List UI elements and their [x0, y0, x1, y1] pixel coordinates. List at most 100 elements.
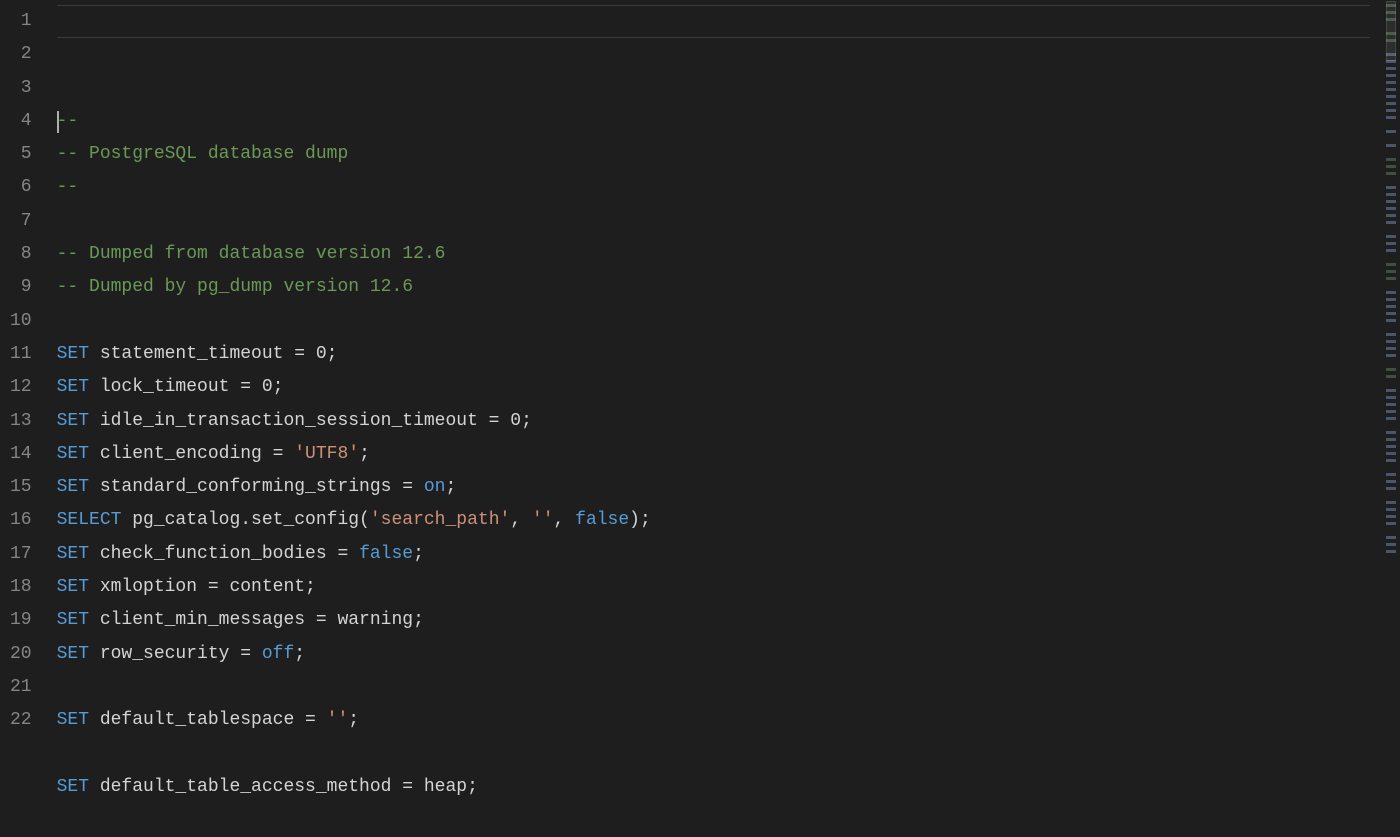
line-number: 1 [10, 5, 32, 38]
minimap-line [1386, 298, 1396, 301]
code-line[interactable] [57, 305, 1386, 338]
minimap-line [1386, 326, 1396, 329]
code-token: , [554, 510, 576, 530]
minimap-line [1386, 557, 1396, 560]
minimap-line [1386, 508, 1396, 511]
minimap-viewport[interactable] [1386, 1, 1396, 61]
code-line[interactable]: -- PostgreSQL database dump [57, 138, 1386, 171]
minimap[interactable] [1386, 0, 1400, 734]
code-token: -- [57, 177, 79, 197]
line-number: 10 [10, 305, 32, 338]
minimap-line [1386, 340, 1396, 343]
code-line[interactable]: SET standard_conforming_strings = on; [57, 471, 1386, 504]
code-line[interactable] [57, 738, 1386, 771]
minimap-line [1386, 473, 1396, 476]
minimap-line [1386, 74, 1396, 77]
code-token: SET [57, 411, 89, 431]
code-line[interactable]: SET default_tablespace = ''; [57, 704, 1386, 737]
code-line[interactable]: SET client_min_messages = warning; [57, 604, 1386, 637]
text-cursor [57, 111, 59, 133]
minimap-line [1386, 165, 1396, 168]
code-line[interactable]: -- [57, 171, 1386, 204]
minimap-line [1386, 522, 1396, 525]
minimap-line [1386, 270, 1396, 273]
minimap-line [1386, 116, 1396, 119]
minimap-line [1386, 144, 1396, 147]
code-line[interactable] [57, 205, 1386, 238]
line-number: 21 [10, 671, 32, 704]
minimap-line [1386, 207, 1396, 210]
code-line[interactable]: SET row_security = off; [57, 638, 1386, 671]
code-token: SET [57, 344, 89, 364]
code-line[interactable]: SET lock_timeout = 0; [57, 371, 1386, 404]
minimap-line [1386, 186, 1396, 189]
minimap-line [1386, 193, 1396, 196]
minimap-line [1386, 445, 1396, 448]
line-number: 17 [10, 538, 32, 571]
minimap-line [1386, 375, 1396, 378]
minimap-line [1386, 221, 1396, 224]
code-line[interactable]: SET xmloption = content; [57, 571, 1386, 604]
minimap-line [1386, 361, 1396, 364]
code-line[interactable]: SET check_function_bodies = false; [57, 538, 1386, 571]
minimap-line [1386, 81, 1396, 84]
minimap-line [1386, 305, 1396, 308]
code-token: -- [57, 111, 79, 131]
code-token: 0 [316, 344, 327, 364]
code-line[interactable]: SET client_encoding = 'UTF8'; [57, 438, 1386, 471]
line-number: 2 [10, 38, 32, 71]
minimap-line [1386, 529, 1396, 532]
line-number: 19 [10, 604, 32, 637]
code-token: default_table_access_method = heap; [89, 777, 478, 797]
minimap-line [1386, 389, 1396, 392]
minimap-line [1386, 480, 1396, 483]
code-line[interactable] [57, 671, 1386, 704]
code-editor[interactable]: 12345678910111213141516171819202122 ----… [0, 0, 1400, 734]
code-line[interactable]: -- [57, 105, 1386, 138]
code-token: 0 [510, 411, 521, 431]
minimap-line [1386, 284, 1396, 287]
minimap-line [1386, 368, 1396, 371]
line-number: 18 [10, 571, 32, 604]
minimap-line [1386, 151, 1396, 154]
minimap-line [1386, 172, 1396, 175]
code-token: client_min_messages = warning; [89, 610, 424, 630]
minimap-line [1386, 291, 1396, 294]
minimap-line [1386, 235, 1396, 238]
minimap-line [1386, 256, 1396, 259]
line-number: 7 [10, 205, 32, 238]
code-content-area[interactable]: -- -- PostgreSQL database dump -- -- Dumpe… [57, 0, 1386, 734]
code-token: SET [57, 777, 89, 797]
line-number: 3 [10, 72, 32, 105]
minimap-line [1386, 88, 1396, 91]
minimap-line [1386, 200, 1396, 203]
line-number: 9 [10, 271, 32, 304]
minimap-line [1386, 277, 1396, 280]
minimap-line [1386, 438, 1396, 441]
minimap-line [1386, 424, 1396, 427]
code-token: ; [294, 644, 305, 664]
code-token: ; [327, 344, 338, 364]
code-token: SET [57, 610, 89, 630]
code-line[interactable]: -- Dumped from database version 12.6 [57, 238, 1386, 271]
code-line[interactable]: SET statement_timeout = 0; [57, 338, 1386, 371]
code-token: false [359, 544, 413, 564]
minimap-line [1386, 67, 1396, 70]
minimap-line [1386, 263, 1396, 266]
code-line[interactable]: SELECT pg_catalog.set_config('search_pat… [57, 504, 1386, 537]
minimap-line [1386, 452, 1396, 455]
line-number: 14 [10, 438, 32, 471]
code-token: -- Dumped from database version 12.6 [57, 244, 446, 264]
minimap-line [1386, 501, 1396, 504]
code-token: standard_conforming_strings = [89, 477, 424, 497]
line-number: 8 [10, 238, 32, 271]
code-line[interactable]: SET default_table_access_method = heap; [57, 771, 1386, 804]
code-line[interactable]: -- Dumped by pg_dump version 12.6 [57, 271, 1386, 304]
code-line[interactable] [57, 804, 1386, 837]
minimap-line [1386, 515, 1396, 518]
code-token: row_security = [89, 644, 262, 664]
code-token: ); [629, 510, 651, 530]
code-line[interactable]: SET idle_in_transaction_session_timeout … [57, 405, 1386, 438]
code-token: ; [413, 544, 424, 564]
code-token: off [262, 644, 294, 664]
